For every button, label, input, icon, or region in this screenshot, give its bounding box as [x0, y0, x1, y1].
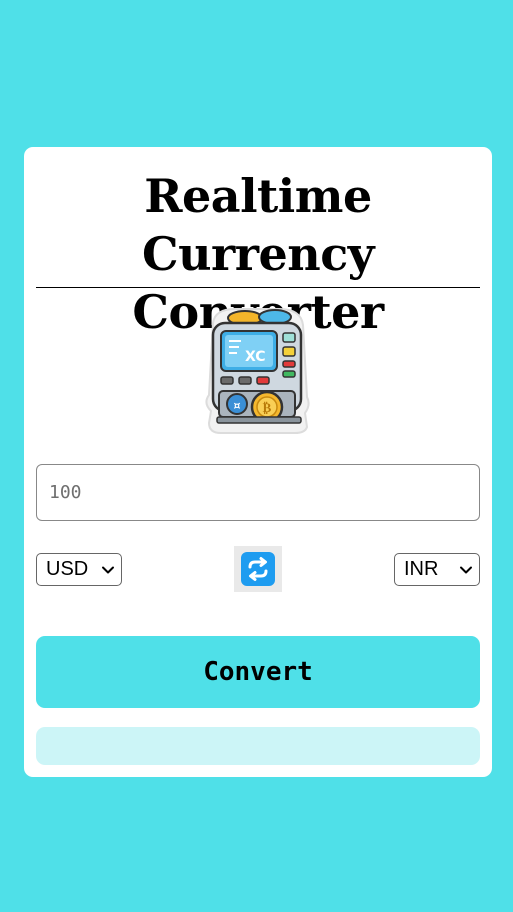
logo-screen-text: XC	[245, 349, 266, 365]
swap-currencies-button[interactable]	[234, 546, 282, 592]
convert-button[interactable]: Convert	[36, 636, 480, 708]
currency-exchange-machine-logo: XC ¤ ₿	[205, 308, 310, 434]
result-display	[36, 727, 480, 765]
converter-card: Realtime Currency Converter XC ¤ ₿	[24, 147, 492, 777]
to-currency-value: INR	[404, 558, 439, 580]
chevron-down-icon	[460, 566, 472, 573]
swap-icon	[241, 552, 275, 586]
to-currency-select[interactable]: INR	[394, 553, 480, 586]
from-currency-select[interactable]: USD	[36, 553, 122, 586]
amount-input[interactable]	[36, 464, 480, 521]
from-currency-value: USD	[46, 558, 89, 580]
title-divider	[36, 287, 480, 288]
chevron-down-icon	[102, 566, 114, 573]
svg-text:¤: ¤	[234, 399, 241, 412]
svg-text:₿: ₿	[263, 401, 272, 416]
